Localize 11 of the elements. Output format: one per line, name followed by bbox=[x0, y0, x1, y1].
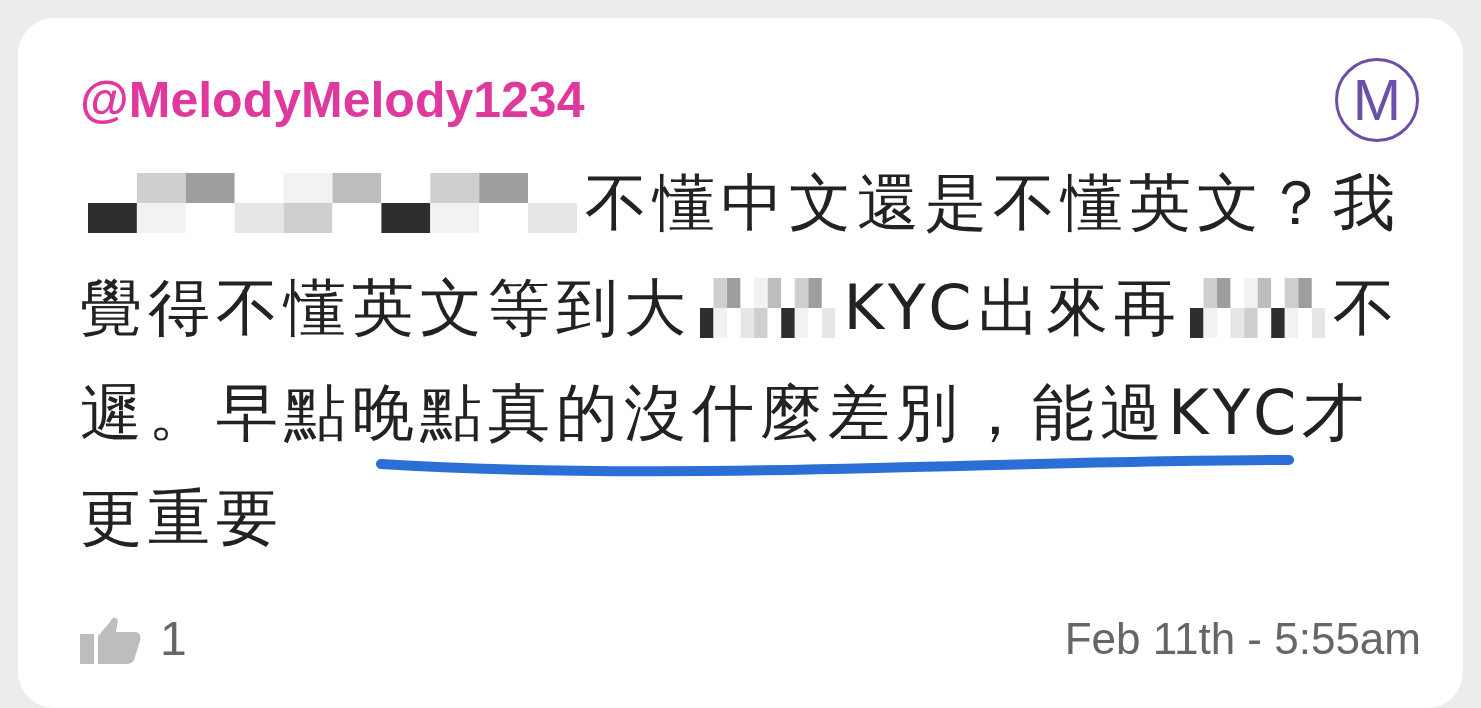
comment-text: 更重要 bbox=[80, 486, 284, 549]
comment-text: 不 bbox=[1333, 276, 1401, 339]
comment-text: 覺得不懂英文等到大 bbox=[80, 276, 692, 339]
comment-date: Feb 11th - 5:55am bbox=[1064, 617, 1421, 661]
username[interactable]: @MelodyMelody1234 bbox=[80, 75, 585, 125]
comment-text: 不懂中文還是不懂英文？我 bbox=[585, 171, 1401, 234]
thumbs-up-icon[interactable] bbox=[80, 614, 142, 664]
moderator-badge: M bbox=[1335, 58, 1419, 142]
comment-text: 遲。早點晚點真的沒什麼差別，能過KYC才 bbox=[80, 381, 1371, 444]
like-count: 1 bbox=[160, 615, 187, 663]
comment-text: KYC出來再 bbox=[843, 276, 1182, 339]
